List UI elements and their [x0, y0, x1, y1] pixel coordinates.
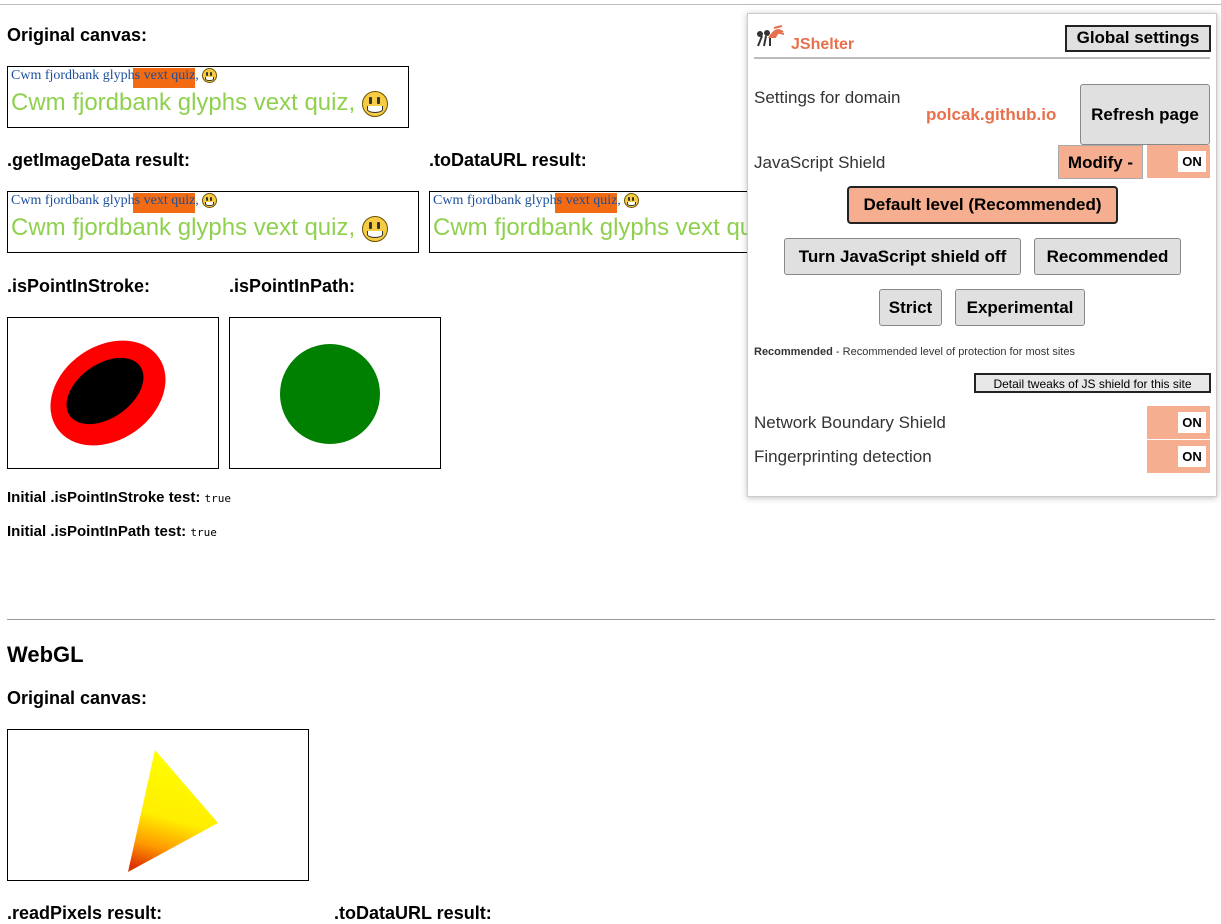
- refresh-page-button[interactable]: Refresh page: [1080, 84, 1210, 145]
- original-canvas: Cwm fjordbank glyphs vext quiz, Cwm fjor…: [7, 66, 409, 128]
- ispointinpath-canvas: [229, 317, 441, 469]
- getimagedata-heading: .getImageData result:: [7, 150, 191, 170]
- webgl-original-heading: Original canvas:: [7, 688, 148, 708]
- ispointinstroke-heading: .isPointInStroke:: [7, 276, 151, 296]
- section-divider: [7, 619, 1215, 620]
- circle-drawing: [280, 344, 380, 444]
- network-boundary-toggle[interactable]: ON: [1147, 406, 1210, 439]
- canvas-small-text: Cwm fjordbank glyphs vext quiz,: [11, 193, 218, 209]
- canvas-small-text: Cwm fjordbank glyphs vext quiz,: [11, 68, 218, 84]
- stroke-test-line: Initial .isPointInStroke test: true: [7, 489, 232, 506]
- webgl-heading: WebGL: [7, 642, 84, 667]
- global-settings-button[interactable]: Global settings: [1065, 25, 1211, 52]
- canvas-large-text: Cwm fjordbank glyphs vext quiz,: [11, 214, 388, 242]
- gradient-triangle: [128, 750, 218, 872]
- level-strict-button[interactable]: Strict: [879, 289, 942, 326]
- smiley-icon: [361, 90, 388, 117]
- smiley-icon: [361, 215, 388, 242]
- level-recommended-button[interactable]: Recommended: [1034, 238, 1181, 275]
- readpixels-heading: .readPixels result:: [7, 903, 163, 923]
- domain-name: polcak.github.io: [926, 105, 1057, 124]
- top-divider: [0, 4, 1221, 5]
- todataurl-heading: .toDataURL result:: [429, 150, 587, 170]
- network-boundary-label: Network Boundary Shield: [754, 413, 946, 432]
- ispointinstroke-canvas: [7, 317, 219, 469]
- canvas-small-text: Cwm fjordbank glyphs vext quiz,: [433, 193, 640, 209]
- getimagedata-canvas: Cwm fjordbank glyphs vext quiz, Cwm fjor…: [7, 191, 419, 253]
- detail-tweaks-button[interactable]: Detail tweaks of JS shield for this site: [974, 373, 1211, 393]
- ispointinpath-heading: .isPointInPath:: [229, 276, 355, 296]
- smiley-icon: [624, 193, 640, 209]
- settings-for-domain-label: Settings for domain: [754, 88, 901, 107]
- smiley-icon: [202, 68, 218, 84]
- js-shield-label: JavaScript Shield: [754, 153, 886, 172]
- jshelter-popup: JShelter Global settings Settings for do…: [747, 13, 1217, 497]
- webgl-todataurl-heading: .toDataURL result:: [334, 903, 492, 923]
- level-description: Recommended - Recommended level of prote…: [754, 346, 1075, 358]
- modify-button[interactable]: Modify -: [1058, 145, 1143, 179]
- crab-icon: [754, 22, 786, 50]
- webgl-canvas: [7, 729, 309, 881]
- default-level-button[interactable]: Default level (Recommended): [847, 186, 1118, 224]
- fingerprinting-label: Fingerprinting detection: [754, 447, 932, 466]
- fingerprinting-toggle[interactable]: ON: [1147, 440, 1210, 473]
- green-circle: [280, 344, 380, 444]
- triangle-drawing: [128, 750, 218, 872]
- canvas-large-text: Cwm fjordbank glyphs vext quiz,: [433, 214, 748, 241]
- js-shield-toggle[interactable]: ON: [1147, 145, 1210, 178]
- canvas-large-text: Cwm fjordbank glyphs vext quiz,: [11, 89, 388, 117]
- smiley-icon: [202, 193, 218, 209]
- popup-divider: [754, 57, 1210, 59]
- original-canvas-heading: Original canvas:: [7, 25, 148, 45]
- ellipse-drawing: [50, 340, 166, 446]
- todataurl-canvas: Cwm fjordbank glyphs vext quiz, Cwm fjor…: [429, 191, 748, 253]
- level-off-button[interactable]: Turn JavaScript shield off: [784, 238, 1021, 275]
- app-name: JShelter: [791, 36, 855, 53]
- level-experimental-button[interactable]: Experimental: [955, 289, 1085, 326]
- path-test-line: Initial .isPointInPath test: true: [7, 523, 217, 540]
